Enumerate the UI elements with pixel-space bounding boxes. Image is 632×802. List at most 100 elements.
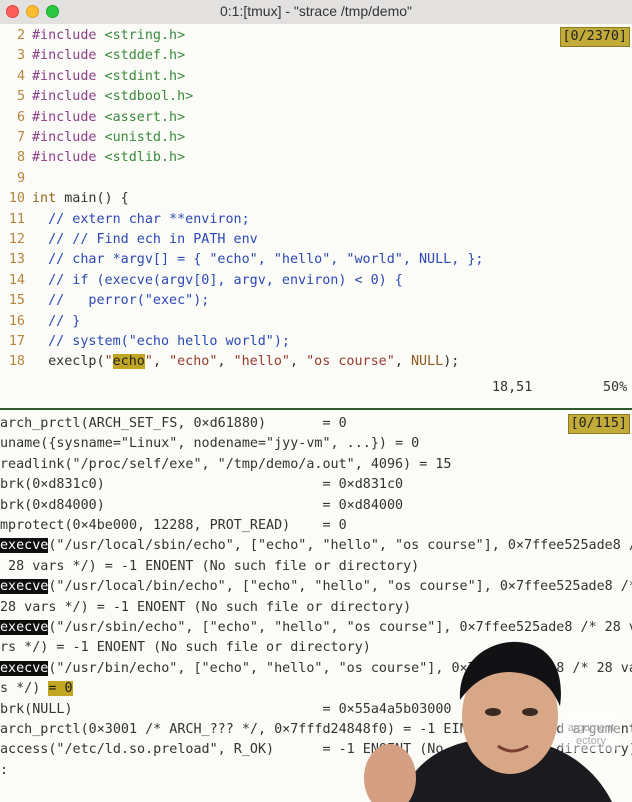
strace-text: ("/usr/local/bin/echo", ["echo", "hello"…	[48, 579, 632, 595]
code-comment: // perror("exec");	[32, 293, 210, 309]
code-line: 17 // system("echo hello world");	[0, 332, 290, 352]
line-number: 3	[16, 48, 25, 64]
strace-line: mprotect(0×4be000, 12288, PROT_READ) = 0	[0, 516, 347, 536]
line-number: 13	[8, 252, 25, 268]
code-line: 9	[0, 169, 32, 189]
terminal-window: 0:1:[tmux] - "strace /tmp/demo" [0/2370]…	[0, 0, 632, 802]
code-comment: // if (execve(argv[0], argv, environ) < …	[32, 272, 403, 288]
strace-line: s */) = 0	[0, 679, 73, 699]
code-line: 6 #include <assert.h>	[0, 108, 185, 128]
code-comment: // }	[32, 313, 81, 329]
code-line: 7 #include <unistd.h>	[0, 128, 185, 148]
syscall-search-match: execve	[0, 579, 49, 595]
return-value-highlight: = 0	[48, 681, 73, 697]
line-number: 11	[8, 211, 25, 227]
type-keyword: int	[32, 191, 57, 207]
strace-text: arch_prctl(ARCH_SET_FS, 0×d61880) = 0	[0, 416, 347, 431]
code-line: 13 // char *argv[] = { "echo", "hello", …	[0, 250, 484, 270]
preprocessor-directive: #include	[32, 109, 97, 125]
syscall-search-match: execve	[0, 660, 49, 676]
line-number: 7	[16, 130, 25, 145]
code-text: ,	[152, 354, 170, 370]
strace-line: rs */) = -1 ENOENT (No such file or dire…	[0, 638, 371, 658]
line-number: 6	[16, 109, 25, 125]
window-titlebar: 0:1:[tmux] - "strace /tmp/demo"	[0, 0, 632, 25]
strace-text: 28 vars */) = -1 ENOENT (No such file or…	[0, 599, 412, 615]
preprocessor-directive: #include	[32, 150, 97, 166]
code-comment: // // Find ech in PATH env	[32, 232, 258, 247]
string-quote: "	[144, 354, 153, 370]
include-path: <stddef.h>	[96, 48, 186, 64]
code-text: );	[443, 354, 460, 370]
strace-text: brk(0×d84000) = 0×d84000	[0, 497, 404, 513]
code-text: main() {	[56, 191, 129, 207]
line-number: 10	[8, 191, 25, 207]
editor-pane[interactable]: [0/2370] 2 #include <string.h> 3 #include <…	[0, 24, 632, 408]
preprocessor-directive: #include	[32, 89, 97, 105]
code-line: 12 // // Find ech in PATH env	[0, 230, 258, 250]
code-text: ,	[394, 354, 411, 370]
code-line: 2 #include <string.h>	[0, 26, 185, 46]
line-number: 12	[8, 232, 25, 247]
window-title: 0:1:[tmux] - "strace /tmp/demo"	[219, 3, 412, 19]
include-path: <stdint.h>	[96, 68, 186, 84]
code-line: 18 execlp("echo", "echo", "hello", "os c…	[0, 352, 459, 372]
line-number: 2	[16, 28, 25, 43]
person-hand	[364, 744, 416, 802]
strace-text: s */)	[0, 681, 49, 697]
code-line: 10 int main() {	[0, 189, 129, 209]
strace-text: readlink("/proc/self/exe", "/tmp/demo/a.…	[0, 456, 452, 472]
code-line: 15 // perror("exec");	[0, 291, 210, 311]
strace-line: brk(0×d831c0) = 0×d831c0	[0, 475, 403, 495]
strace-line: arch_prctl(ARCH_SET_FS, 0×d61880) = 0	[0, 414, 347, 434]
line-number: 8	[16, 150, 25, 166]
line-number: 17	[8, 334, 25, 349]
null-constant: NULL	[410, 354, 444, 370]
preprocessor-directive: #include	[32, 68, 97, 84]
code-text: execlp(	[32, 354, 105, 370]
strace-text: brk(0×d831c0) = 0×d831c0	[0, 477, 404, 493]
strace-text: 28 vars */) = -1 ENOENT (No such file or…	[0, 558, 420, 574]
strace-line: execve("/usr/local/bin/echo", ["echo", "…	[0, 577, 632, 597]
string-literal: "hello"	[233, 354, 290, 370]
strace-text: rs */) = -1 ENOENT (No such file or dire…	[0, 640, 371, 656]
code-line: 11 // extern char **environ;	[0, 210, 250, 230]
preprocessor-directive: #include	[32, 48, 97, 64]
strace-position-badge: [0/115]	[567, 414, 630, 434]
include-path: <assert.h>	[96, 109, 186, 125]
watermark-text: argument ectory	[562, 722, 620, 748]
line-number: 4	[16, 68, 25, 84]
string-quote: "	[104, 354, 113, 370]
cursor-position: 18,51	[492, 380, 533, 395]
pager-prompt[interactable]: :	[0, 761, 8, 781]
code-line: 14 // if (execve(argv[0], argv, environ)…	[0, 271, 403, 291]
string-literal: "echo"	[169, 354, 218, 370]
strace-text: uname({sysname="Linux", nodename="jyy-vm…	[0, 436, 420, 452]
scroll-percent: 50%	[603, 380, 628, 395]
preprocessor-directive: #include	[32, 130, 97, 145]
include-path: <stdlib.h>	[96, 150, 186, 166]
code-text: ,	[217, 354, 234, 370]
watermark-line-1: argument	[567, 722, 615, 734]
strace-line: uname({sysname="Linux", nodename="jyy-vm…	[0, 434, 419, 454]
strace-line: 28 vars */) = -1 ENOENT (No such file or…	[0, 598, 411, 618]
strace-line: brk(0×d84000) = 0×d84000	[0, 496, 403, 516]
code-comment: // extern char **environ;	[32, 211, 250, 227]
line-number: 15	[8, 293, 25, 309]
line-number: 16	[8, 313, 25, 329]
code-text: ,	[290, 354, 307, 370]
strace-text: ("/usr/local/sbin/echo", ["echo", "hello…	[48, 538, 632, 554]
editor-position-badge: [0/2370]	[559, 27, 630, 47]
code-comment: // char *argv[] = { "echo", "hello", "wo…	[32, 252, 484, 268]
code-line: 5 #include <stdbool.h>	[0, 87, 193, 107]
code-line: 8 #include <stdlib.h>	[0, 148, 185, 168]
syscall-search-match: execve	[0, 620, 49, 635]
include-path: <string.h>	[96, 28, 186, 43]
code-comment: // system("echo hello world");	[32, 334, 290, 349]
string-literal: "os course"	[306, 354, 395, 370]
include-path: <stdbool.h>	[96, 89, 194, 105]
line-number: 18	[8, 354, 25, 370]
strace-line: 28 vars */) = -1 ENOENT (No such file or…	[0, 557, 419, 577]
strace-line: execve("/usr/local/sbin/echo", ["echo", …	[0, 536, 632, 556]
line-number: 9	[16, 170, 25, 186]
